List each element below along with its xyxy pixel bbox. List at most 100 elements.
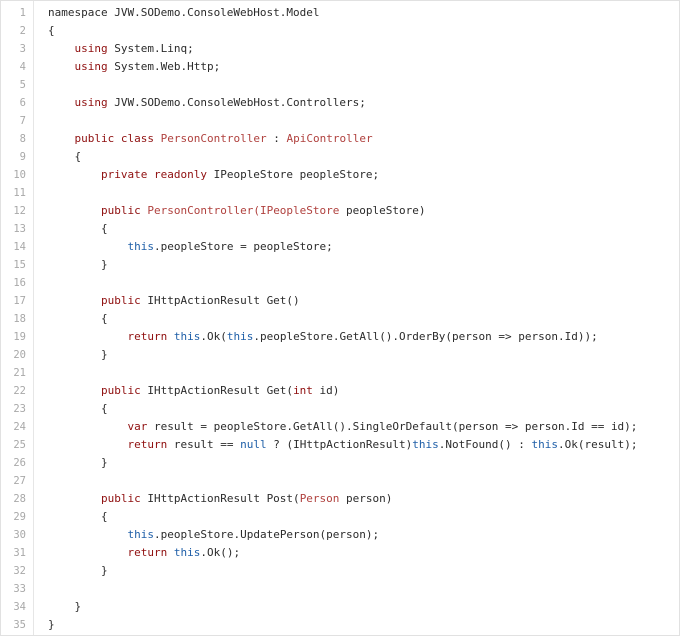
line-number: 24	[13, 421, 26, 433]
code-line[interactable]: 30 this.peopleStore.UpdatePerson(person)…	[1, 526, 679, 544]
code-line[interactable]: 19 return this.Ok(this.peopleStore.GetAl…	[1, 328, 679, 346]
code-line[interactable]: 23 {	[1, 400, 679, 418]
code-line[interactable]: 8 public class PersonController : ApiCon…	[1, 130, 679, 148]
code-line[interactable]: 24 var result = peopleStore.GetAll().Sin…	[1, 418, 679, 436]
code-token: id)	[312, 384, 340, 397]
code-line[interactable]: 14 this.peopleStore = peopleStore;	[1, 238, 679, 256]
code-token: this	[173, 330, 201, 343]
code-line[interactable]: 31 return this.Ok();	[1, 544, 679, 562]
code-token: public	[100, 384, 141, 397]
code-token: }	[48, 618, 55, 631]
code-line[interactable]: 13 {	[1, 220, 679, 238]
code-line[interactable]: 12 public PersonController(IPeopleStore …	[1, 202, 679, 220]
code-token: :	[266, 132, 287, 145]
code-text: {	[48, 508, 108, 526]
code-line[interactable]: 28 public IHttpActionResult Post(Person …	[1, 490, 679, 508]
code-line[interactable]: 4 using System.Web.Http;	[1, 58, 679, 76]
code-line[interactable]: 20 }	[1, 346, 679, 364]
code-line[interactable]: 29 {	[1, 508, 679, 526]
code-text: return this.Ok(this.peopleStore.GetAll()…	[48, 328, 598, 346]
code-token: Person	[299, 492, 340, 505]
code-token: result ==	[167, 438, 241, 451]
line-number: 13	[13, 223, 26, 235]
code-line[interactable]: 3 using System.Linq;	[1, 40, 679, 58]
code-lines: 1 namespace JVW.SODemo.ConsoleWebHost.Mod…	[1, 4, 679, 634]
code-token: class	[120, 132, 154, 145]
code-token: IHttpActionResult Post(	[140, 492, 300, 505]
code-token: }	[48, 600, 82, 613]
line-number: 30	[13, 529, 26, 541]
code-line[interactable]: 35}	[1, 616, 679, 634]
code-line[interactable]: 6 using JVW.SODemo.ConsoleWebHost.Contro…	[1, 94, 679, 112]
code-token: null	[240, 438, 267, 451]
code-token: .peopleStore = peopleStore;	[153, 240, 333, 253]
code-line[interactable]: 9 {	[1, 148, 679, 166]
code-line[interactable]: 21	[1, 364, 679, 382]
code-text: using System.Web.Http;	[48, 58, 221, 76]
code-editor[interactable]: 1 namespace JVW.SODemo.ConsoleWebHost.Mod…	[0, 0, 680, 636]
line-number: 17	[13, 295, 26, 307]
code-text: {	[48, 220, 108, 238]
code-line[interactable]: 27	[1, 472, 679, 490]
code-line[interactable]: 18 {	[1, 310, 679, 328]
code-line[interactable]: 2{	[1, 22, 679, 40]
code-token: }	[48, 348, 108, 361]
code-line[interactable]: 17 public IHttpActionResult Get()	[1, 292, 679, 310]
line-number: 6	[19, 97, 26, 109]
code-line[interactable]: 1 namespace JVW.SODemo.ConsoleWebHost.Mod…	[1, 4, 679, 22]
code-token: this	[127, 240, 154, 253]
code-text: this.peopleStore = peopleStore;	[48, 238, 333, 256]
line-number: 28	[13, 493, 26, 505]
line-number: 35	[13, 619, 26, 631]
line-number: 15	[13, 259, 26, 271]
code-line[interactable]: 10 private readonly IPeopleStore peopleS…	[1, 166, 679, 184]
line-number: 32	[13, 565, 26, 577]
line-number: 31	[13, 547, 26, 559]
line-number: 34	[13, 601, 26, 613]
code-token: {	[48, 150, 82, 163]
code-token: using	[74, 42, 108, 55]
code-text: }	[48, 598, 81, 616]
code-token: .peopleStore.GetAll().OrderBy(person => …	[253, 330, 598, 343]
code-token: .Ok();	[200, 546, 241, 559]
code-line[interactable]: 5	[1, 76, 679, 94]
line-number: 12	[13, 205, 26, 217]
code-token: System.Web.Http;	[107, 60, 221, 73]
code-line[interactable]: 26 }	[1, 454, 679, 472]
code-text: namespace JVW.SODemo.ConsoleWebHost.Mode…	[48, 4, 320, 22]
code-text: {	[48, 400, 108, 418]
line-number: 22	[13, 385, 26, 397]
line-number: 29	[13, 511, 26, 523]
code-line[interactable]: 7	[1, 112, 679, 130]
code-text: {	[48, 22, 55, 40]
line-number: 5	[19, 79, 26, 91]
code-line[interactable]: 25 return result == null ? (IHttpActionR…	[1, 436, 679, 454]
code-line[interactable]: 15 }	[1, 256, 679, 274]
code-text: public class PersonController : ApiContr…	[48, 130, 373, 148]
code-token: {	[48, 312, 108, 325]
code-token: PersonController	[160, 132, 267, 145]
code-token: private	[100, 168, 148, 181]
code-token: .Ok(result);	[558, 438, 638, 451]
code-line[interactable]: 11	[1, 184, 679, 202]
code-text: this.peopleStore.UpdatePerson(person);	[48, 526, 379, 544]
code-line[interactable]: 16	[1, 274, 679, 292]
line-number: 25	[13, 439, 26, 451]
code-line[interactable]: 32 }	[1, 562, 679, 580]
code-token: return	[127, 546, 168, 559]
code-text: public IHttpActionResult Post(Person per…	[48, 490, 392, 508]
code-line[interactable]: 33	[1, 580, 679, 598]
code-line[interactable]: 34 }	[1, 598, 679, 616]
code-token: IHttpActionResult Get()	[140, 294, 300, 307]
code-line[interactable]: 22 public IHttpActionResult Get(int id)	[1, 382, 679, 400]
